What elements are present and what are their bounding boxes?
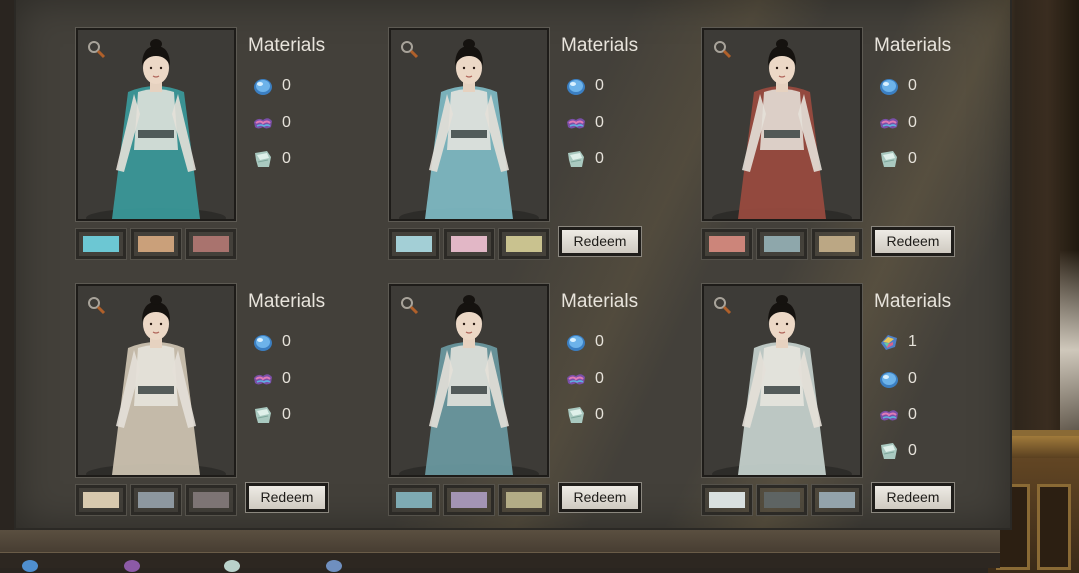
cloth-icon [252, 404, 274, 426]
color-swatch[interactable] [812, 485, 862, 515]
material-count: 0 [282, 150, 291, 167]
redeem-button[interactable]: Redeem [559, 483, 641, 512]
outfit-portrait[interactable] [389, 28, 549, 221]
zoom-icon[interactable] [712, 295, 732, 315]
material-count: 0 [595, 370, 604, 387]
outfit-portrait[interactable] [76, 284, 236, 477]
color-swatch[interactable] [499, 229, 549, 259]
blue-orb-icon [252, 331, 274, 353]
cloth-icon [224, 560, 240, 572]
outfit-card: Materials 0 0 0 [76, 28, 376, 259]
materials-title: Materials [561, 291, 639, 312]
outfit-portrait[interactable] [702, 28, 862, 221]
material-count: 0 [282, 114, 291, 131]
color-swatch[interactable] [131, 485, 181, 515]
blue-orb-icon [22, 560, 38, 572]
material-count: 0 [282, 370, 291, 387]
color-swatches [702, 485, 864, 515]
color-swatch[interactable] [444, 229, 494, 259]
silk-bundle-icon [565, 368, 587, 390]
color-swatch[interactable] [757, 485, 807, 515]
material-count: 0 [595, 333, 604, 350]
silk-bundle-icon [878, 404, 900, 426]
zoom-icon[interactable] [712, 39, 732, 59]
outfit-portrait[interactable] [389, 284, 549, 477]
redeem-button[interactable]: Redeem [246, 483, 328, 512]
bottom-strip [0, 552, 1000, 568]
color-swatches [389, 229, 551, 259]
blue-orb-icon [878, 368, 900, 390]
materials-title: Materials [248, 35, 326, 56]
outfit-portrait[interactable] [76, 28, 236, 221]
material-count: 0 [282, 333, 291, 350]
color-swatch[interactable] [499, 485, 549, 515]
material-count: 0 [908, 406, 917, 423]
silk-bundle-icon [565, 112, 587, 134]
color-swatches [76, 229, 238, 259]
cloth-icon [878, 440, 900, 462]
color-swatches [76, 485, 238, 515]
materials-title: Materials [561, 35, 639, 56]
material-count: 0 [595, 77, 604, 94]
material-count: 0 [595, 150, 604, 167]
materials-title: Materials [874, 35, 952, 56]
blue-orb-icon [252, 75, 274, 97]
zoom-icon[interactable] [399, 295, 419, 315]
materials-title: Materials [248, 291, 326, 312]
color-swatch[interactable] [444, 485, 494, 515]
silk-bundle-icon [252, 112, 274, 134]
zoom-icon[interactable] [86, 39, 106, 59]
outfit-card: Materials 0 0 0 Redeem [389, 28, 689, 259]
color-swatch[interactable] [757, 229, 807, 259]
color-swatch[interactable] [76, 229, 126, 259]
redeem-button[interactable]: Redeem [872, 227, 954, 256]
color-swatch[interactable] [702, 485, 752, 515]
cloth-icon [252, 148, 274, 170]
cloth-icon [565, 148, 587, 170]
zoom-icon[interactable] [86, 295, 106, 315]
zoom-icon[interactable] [399, 39, 419, 59]
color-swatch[interactable] [186, 229, 236, 259]
silk-bundle-icon [124, 560, 140, 572]
blue-orb-icon [565, 75, 587, 97]
material-count: 0 [595, 114, 604, 131]
color-swatch[interactable] [131, 229, 181, 259]
material-count: 0 [282, 77, 291, 94]
cloth-icon [878, 148, 900, 170]
blue-orb-icon [565, 331, 587, 353]
material-count: 0 [908, 150, 917, 167]
color-swatches [702, 229, 864, 259]
silk-bundle-icon [252, 368, 274, 390]
color-swatch[interactable] [389, 229, 439, 259]
material-count: 0 [908, 370, 917, 387]
cloth-icon [565, 404, 587, 426]
material-count: 0 [908, 442, 917, 459]
material-count: 0 [908, 77, 917, 94]
redeem-button[interactable]: Redeem [559, 227, 641, 256]
rainbow-crystal-icon [878, 331, 900, 353]
color-swatches [389, 485, 551, 515]
color-swatch[interactable] [76, 485, 126, 515]
blue-orb-icon [878, 75, 900, 97]
outfit-portrait[interactable] [702, 284, 862, 477]
materials-title: Materials [874, 291, 952, 312]
outfit-card: Materials 0 0 0 Redeem [702, 28, 1002, 259]
material-count: 1 [908, 333, 917, 350]
outfit-card: Materials 0 0 0 Redeem [389, 284, 689, 515]
color-swatch[interactable] [812, 229, 862, 259]
material-count: 0 [908, 114, 917, 131]
material-count: 0 [595, 406, 604, 423]
outfit-card: Materials 0 0 0 Redeem [76, 284, 376, 515]
material-count: 0 [282, 406, 291, 423]
redeem-button[interactable]: Redeem [872, 483, 954, 512]
color-swatch[interactable] [702, 229, 752, 259]
color-swatch[interactable] [186, 485, 236, 515]
color-swatch[interactable] [389, 485, 439, 515]
outfit-card: Materials 1 0 0 0 Redeem [702, 284, 1002, 515]
rainbow-crystal-icon [326, 560, 342, 572]
silk-bundle-icon [878, 112, 900, 134]
